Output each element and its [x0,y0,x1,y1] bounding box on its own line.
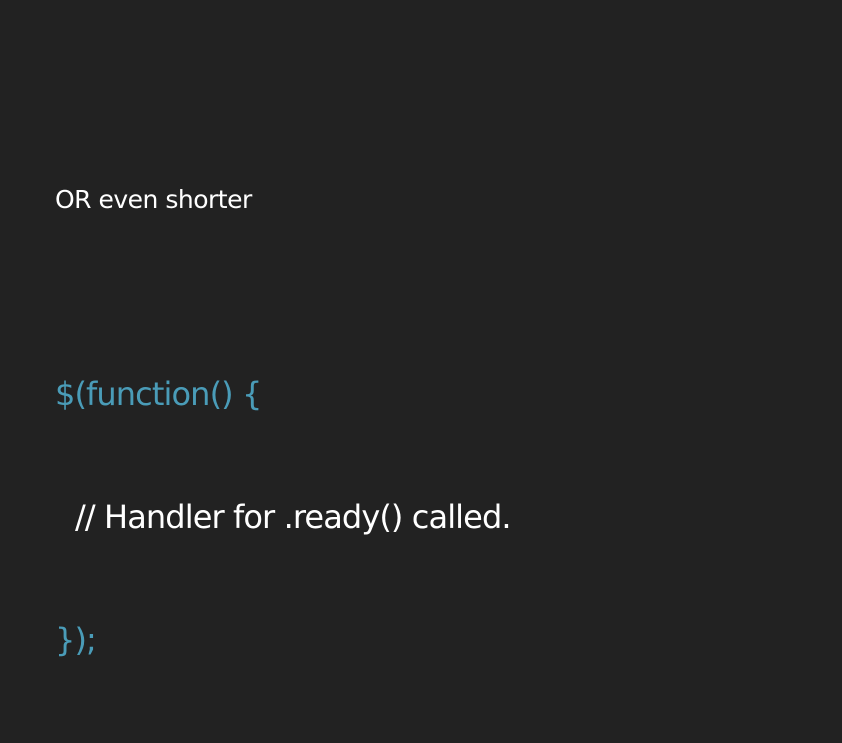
slide-subtitle: OR even shorter [55,185,252,214]
code-block: $(function() { // Handler for .ready() c… [55,292,512,743]
code-line-function-close: }); [55,621,97,659]
code-line-comment-row: // Handler for .ready() called. [55,497,512,538]
code-comment: // Handler for .ready() called. [75,498,512,536]
slide: OR even shorter $(function() { // Handle… [0,0,842,659]
code-line-function-open: $(function() { [55,375,262,413]
